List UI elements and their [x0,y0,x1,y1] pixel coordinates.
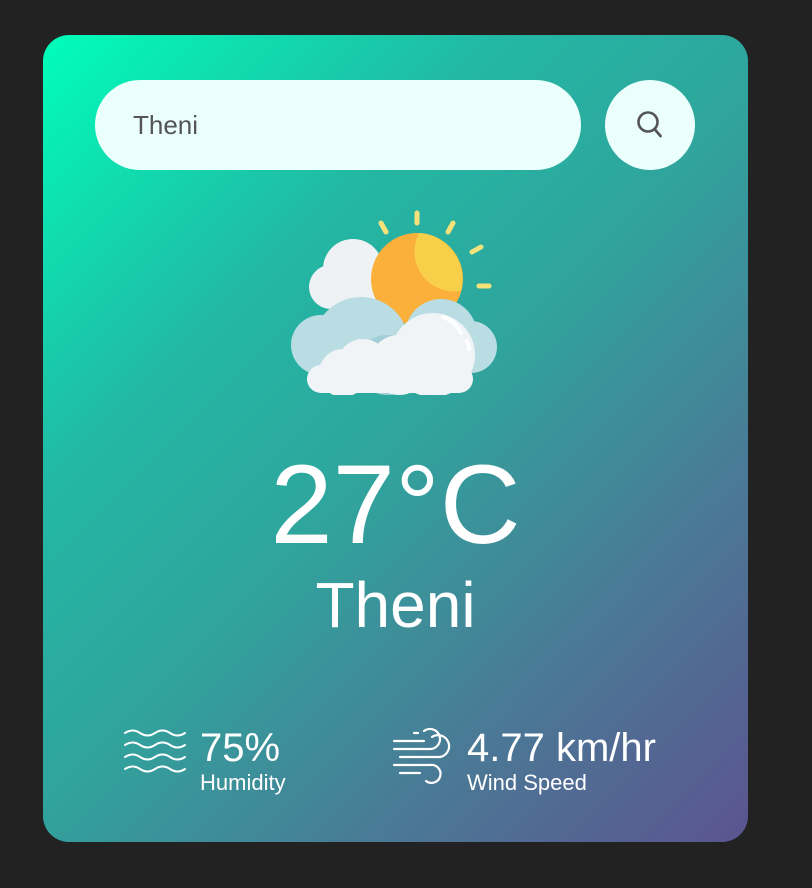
city-search-input[interactable] [95,80,581,170]
humidity-waves-icon [123,725,187,786]
humidity-label: Humidity [200,770,286,795]
humidity-value: 75% [200,726,281,770]
search-button[interactable] [605,80,695,170]
wind-speed-label: Wind Speed [467,770,587,795]
city-name: Theni [315,569,476,641]
wind-icon [390,725,456,792]
temperature-value: 27°C [270,442,521,567]
wind-speed-value: 4.77 km/hr [467,726,656,770]
partly-cloudy-sun-icon [291,205,501,397]
weather-card: 27°C Theni 75% Humidity [43,35,748,842]
search-icon [636,110,664,140]
